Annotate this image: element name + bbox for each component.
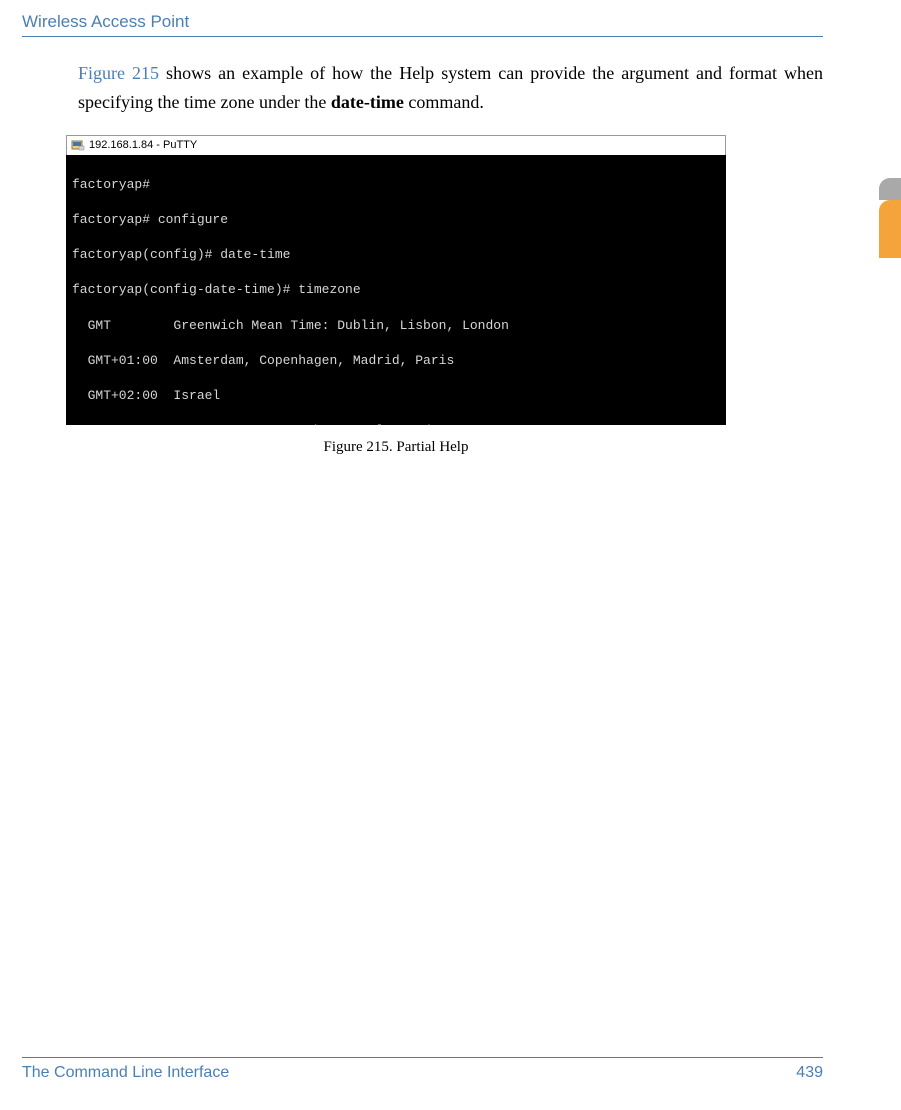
terminal-line: GMT+03:00 Moscow, St. Petersburg, Volgog… <box>72 422 720 425</box>
terminal-body: factoryap# factoryap# configure factorya… <box>66 155 726 425</box>
header-rule <box>22 36 823 37</box>
footer-rule <box>22 1057 823 1058</box>
figure-reference-link[interactable]: Figure 215 <box>78 63 159 83</box>
page-edge-tab <box>879 200 901 258</box>
terminal-line: factoryap(config-date-time)# timezone <box>72 281 720 299</box>
figure-caption: Figure 215. Partial Help <box>66 439 726 456</box>
putty-icon <box>71 138 85 152</box>
page-header-title: Wireless Access Point <box>0 0 901 36</box>
terminal-window: 192.168.1.84 - PuTTY factoryap# factorya… <box>66 135 726 425</box>
body-paragraph: Figure 215 shows an example of how the H… <box>78 59 823 117</box>
terminal-line: GMT Greenwich Mean Time: Dublin, Lisbon,… <box>72 317 720 335</box>
terminal-line: GMT+02:00 Israel <box>72 387 720 405</box>
terminal-titlebar: 192.168.1.84 - PuTTY <box>66 135 726 155</box>
footer-section-title: The Command Line Interface <box>22 1064 229 1082</box>
footer-page-number: 439 <box>796 1064 823 1082</box>
terminal-line: GMT+01:00 Amsterdam, Copenhagen, Madrid,… <box>72 352 720 370</box>
command-name-bold: date-time <box>331 92 404 112</box>
terminal-line: factoryap# configure <box>72 211 720 229</box>
terminal-line: factoryap(config)# date-time <box>72 246 720 264</box>
terminal-line: factoryap# <box>72 176 720 194</box>
page-footer: The Command Line Interface 439 <box>22 1057 823 1082</box>
terminal-titlebar-text: 192.168.1.84 - PuTTY <box>89 139 197 151</box>
paragraph-text-2: command. <box>404 92 484 112</box>
